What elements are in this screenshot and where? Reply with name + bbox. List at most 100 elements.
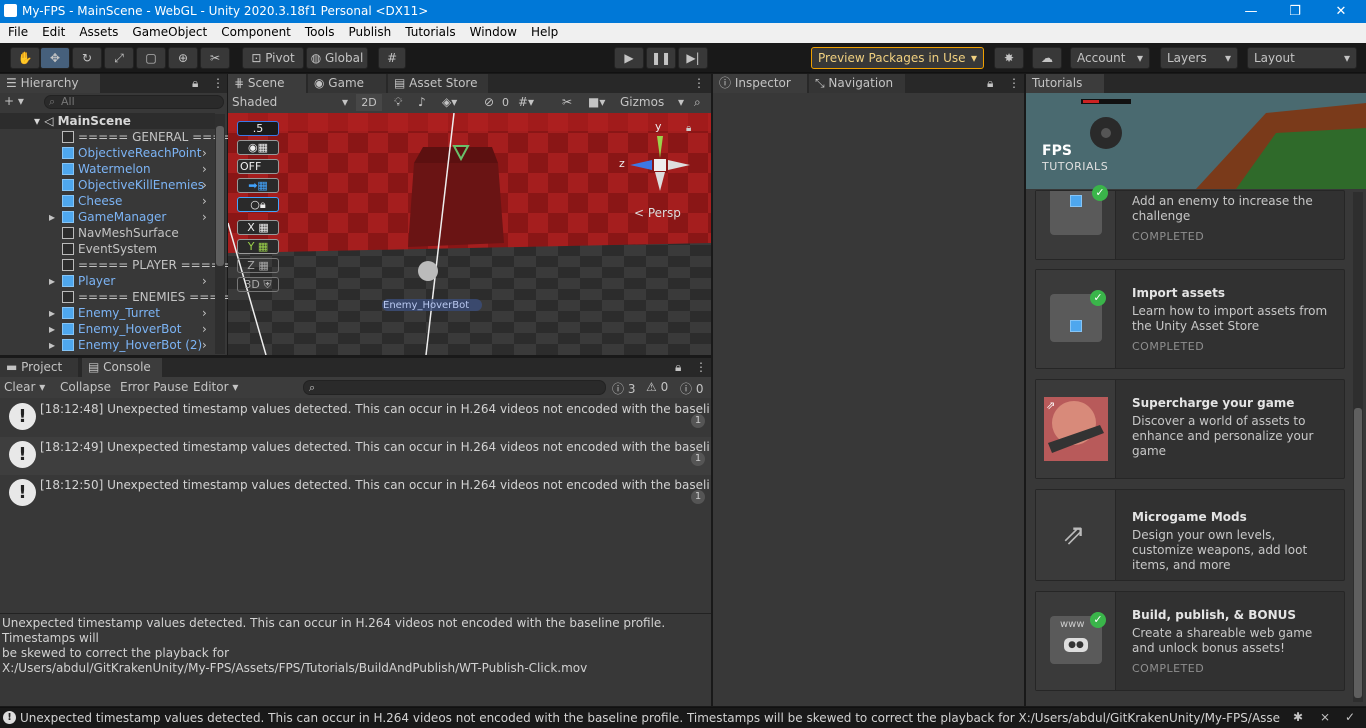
tab-navigation[interactable]: ⤡ Navigation <box>809 74 905 93</box>
prefab-open-chevron-icon[interactable]: › <box>202 161 207 177</box>
move-tool-icon[interactable]: ✥ <box>40 47 70 69</box>
console-search-input[interactable]: ⌕ <box>303 380 606 395</box>
tutorials-scrollbar[interactable] <box>1353 192 1363 702</box>
tutorial-card-build-publish[interactable]: www ●● ✓ Build, publish, & BONUS Create … <box>1035 591 1345 691</box>
grid-snap-icon[interactable]: # <box>378 47 406 69</box>
kebab-menu-icon[interactable]: ⋮ <box>1008 76 1020 90</box>
prefab-open-chevron-icon[interactable]: › <box>202 193 207 209</box>
tutorials-scroll-thumb[interactable] <box>1354 408 1362 698</box>
grid-axis-x-toggle[interactable]: X ▦ <box>237 220 279 235</box>
tab-inspector[interactable]: ⓘ Inspector <box>713 74 807 93</box>
camera-speed-field[interactable]: .5 <box>237 121 279 136</box>
shading-mode-dropdown[interactable]: Shaded ▾ <box>232 95 348 111</box>
lock-icon[interactable]: 🔒︎ <box>987 76 993 91</box>
kebab-menu-icon[interactable]: ⋮ <box>695 360 707 374</box>
scale-tool-icon[interactable]: ⤢ <box>104 47 134 69</box>
hand-tool-icon[interactable]: ✋ <box>10 47 40 69</box>
scene-root-row[interactable]: ▾ ◁ MainScene <box>0 113 215 129</box>
menu-component[interactable]: Component <box>213 23 297 39</box>
cloud-icon[interactable]: ☁ <box>1032 47 1062 69</box>
gizmos-dropdown[interactable]: Gizmos ▾ <box>620 95 684 111</box>
tab-console[interactable]: ▤ Console <box>82 358 162 377</box>
lock-icon[interactable]: 🔒︎ <box>192 76 198 91</box>
collapse-toggle[interactable]: Collapse <box>60 380 111 394</box>
menu-assets[interactable]: Assets <box>71 23 124 39</box>
error-pause-toggle[interactable]: Error Pause <box>120 380 188 394</box>
global-toggle[interactable]: ◍ Global <box>306 47 368 69</box>
prefab-open-chevron-icon[interactable]: › <box>202 273 207 289</box>
prefab-open-chevron-icon[interactable]: › <box>202 337 207 353</box>
gizmo-lock-icon[interactable]: 🔒︎ <box>686 123 691 134</box>
prefab-open-chevron-icon[interactable]: › <box>202 145 207 161</box>
kebab-menu-icon[interactable]: ⋮ <box>693 76 705 90</box>
hierarchy-item[interactable]: Cheese › <box>0 193 215 209</box>
grid-toggle-icon[interactable]: #▾ <box>518 95 534 109</box>
menu-file[interactable]: File <box>0 23 34 39</box>
hierarchy-item[interactable]: EventSystem <box>0 241 215 257</box>
menu-tutorials[interactable]: Tutorials <box>397 23 461 39</box>
lock-icon[interactable]: 🔒︎ <box>675 360 681 375</box>
close-button[interactable]: ✕ <box>1318 0 1364 23</box>
snap-lock-icon[interactable]: ○🔒︎ <box>237 197 279 212</box>
snap-off-toggle[interactable]: OFF <box>237 159 279 174</box>
account-dropdown[interactable]: Account ▾ <box>1070 47 1150 69</box>
cache-server-icon[interactable]: ⨯ <box>1320 710 1330 724</box>
menu-publish[interactable]: Publish <box>340 23 397 39</box>
visibility-toggle-icon[interactable]: ◉▦ <box>237 140 279 155</box>
hierarchy-item[interactable]: ===== PLAYER ===== <box>0 257 231 273</box>
scene-search-icon[interactable]: ⌕ <box>694 95 701 110</box>
menu-help[interactable]: Help <box>523 23 564 39</box>
tab-game[interactable]: ◉ Game <box>308 74 386 93</box>
expand-arrow-icon[interactable]: ▸ <box>49 273 55 289</box>
audio-icon[interactable]: ♪ <box>418 95 426 109</box>
hierarchy-item[interactable]: ▸ Enemy_Turret › <box>0 305 215 321</box>
step-button[interactable]: ▶| <box>678 47 708 69</box>
tab-scene[interactable]: ⋕ Scene <box>228 74 306 93</box>
prefab-open-chevron-icon[interactable]: › <box>202 321 207 337</box>
grid-axis-z-toggle[interactable]: Z ▦ <box>237 258 279 273</box>
menu-edit[interactable]: Edit <box>34 23 71 39</box>
collab-icon[interactable]: ✸ <box>994 47 1024 69</box>
maximize-button[interactable]: ❐ <box>1272 0 1318 23</box>
perspective-toggle[interactable]: < Persp <box>634 206 681 220</box>
hierarchy-item[interactable]: ===== ENEMIES ===== <box>0 289 239 305</box>
bug-icon[interactable]: ✱ <box>1293 710 1303 724</box>
minimize-button[interactable]: — <box>1228 0 1274 23</box>
console-log-entry[interactable]: ! [18:12:48] Unexpected timestamp values … <box>0 399 711 437</box>
rect-tool-icon[interactable]: ▢ <box>136 47 166 69</box>
menu-gameobject[interactable]: GameObject <box>124 23 213 39</box>
menu-window[interactable]: Window <box>462 23 523 39</box>
mode-2d-toggle[interactable]: 2D <box>356 94 382 111</box>
tutorial-card-supercharge[interactable]: ⇗ Supercharge your game Discover a world… <box>1035 379 1345 479</box>
play-button[interactable]: ▶ <box>614 47 644 69</box>
hierarchy-search-input[interactable]: ⌕ All <box>44 95 224 109</box>
menu-tools[interactable]: Tools <box>297 23 341 39</box>
prefab-open-chevron-icon[interactable]: › <box>202 177 207 193</box>
tab-hierarchy[interactable]: ☰ Hierarchy <box>0 74 100 93</box>
custom-tool-icon[interactable]: ✂ <box>200 47 230 69</box>
add-object-button[interactable]: + ▾ <box>4 94 34 110</box>
expand-arrow-icon[interactable]: ▸ <box>49 209 55 225</box>
effects-icon[interactable]: ◈▾ <box>442 95 457 109</box>
tab-asset-store[interactable]: ▤ Asset Store <box>388 74 488 93</box>
snap-arrow-icon[interactable]: ➡▦ <box>237 178 279 193</box>
editor-dropdown[interactable]: Editor ▾ <box>193 380 238 394</box>
hierarchy-item[interactable]: ObjectiveKillEnemies › <box>0 177 215 193</box>
expand-arrow-icon[interactable]: ▸ <box>49 305 55 321</box>
layers-dropdown[interactable]: Layers ▾ <box>1160 47 1238 69</box>
tab-project[interactable]: ▬ Project <box>0 358 78 377</box>
hierarchy-item[interactable]: ▸ GameManager › <box>0 209 215 225</box>
error-filter-toggle[interactable]: ⓘ 0 <box>680 380 703 397</box>
progress-check-icon[interactable]: ✓ <box>1345 710 1355 724</box>
pause-button[interactable]: ❚❚ <box>646 47 676 69</box>
hierarchy-item[interactable]: ▸ Enemy_HoverBot › <box>0 321 215 337</box>
layout-dropdown[interactable]: Layout ▾ <box>1247 47 1357 69</box>
hierarchy-scrollbar[interactable] <box>215 114 225 354</box>
expand-arrow-icon[interactable]: ▸ <box>49 321 55 337</box>
lighting-icon[interactable]: 💡︎ <box>394 95 402 110</box>
log-filter-toggle[interactable]: ⓘ 3 <box>612 380 635 397</box>
hierarchy-scroll-thumb[interactable] <box>216 126 224 266</box>
expand-arrow-icon[interactable]: ▸ <box>49 337 55 353</box>
prefab-open-chevron-icon[interactable]: › <box>202 305 207 321</box>
kebab-menu-icon[interactable]: ⋮ <box>212 76 224 90</box>
